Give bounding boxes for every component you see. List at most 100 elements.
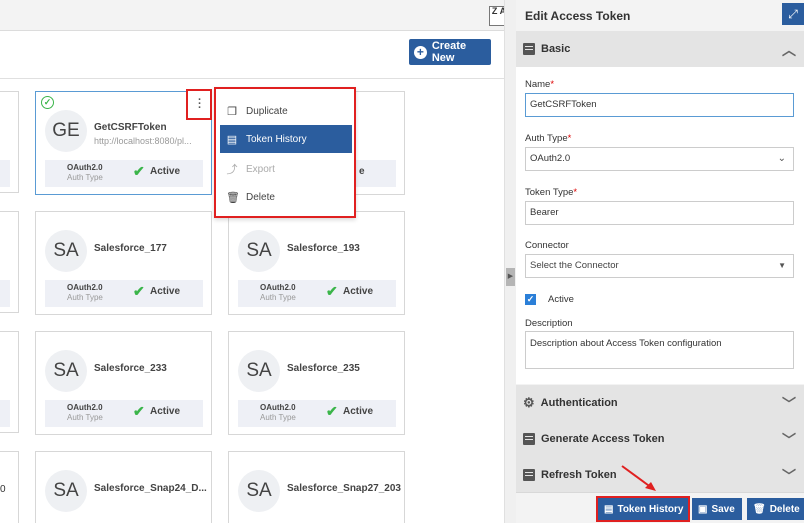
card-footer: OAuth2.0 Auth Type ✔ Active — [45, 160, 203, 187]
card-footer: OAuth2.0 Auth Type ✔ Active — [45, 400, 203, 427]
card-footer: OAuth2.0 Auth Type ✔ Active — [45, 280, 203, 307]
description-label: Description — [525, 318, 573, 329]
divider — [0, 78, 504, 79]
token-card-salesforce-177[interactable]: SA Salesforce_177 OAuth2.0 Auth Type ✔ A… — [35, 211, 212, 315]
menu-item-export[interactable]: ⤴ Export — [220, 155, 352, 183]
selected-check-icon: ✓ — [41, 96, 54, 109]
active-check-icon: ✔ — [133, 163, 145, 179]
duplicate-icon: ❐ — [227, 105, 237, 118]
active-check-icon: ✔ — [326, 283, 338, 299]
auth-type-label: Auth Type — [260, 413, 296, 422]
partial-card[interactable] — [0, 91, 19, 193]
active-check-icon: ✔ — [326, 403, 338, 419]
name-input[interactable]: GetCSRFToken — [525, 93, 794, 117]
create-new-button[interactable]: + Create New — [409, 39, 491, 65]
auth-type-label: Auth Type — [67, 173, 103, 182]
status-text: e — [359, 166, 365, 177]
history-icon: ▤ — [604, 503, 614, 515]
avatar: SA — [45, 350, 87, 392]
auth-type-label: Auth Type — [67, 293, 103, 302]
auth-type-label: Auth Type* — [525, 133, 572, 144]
card-menu-button[interactable]: · · · — [186, 89, 212, 120]
card-context-menu: ❐ Duplicate ▤ Token History ⤴ Export 🗑 D… — [214, 87, 356, 218]
auth-type-select[interactable]: OAuth2.0 ⌄ — [525, 147, 794, 171]
card-name: Salesforce_193 — [287, 243, 360, 254]
token-type-input[interactable]: Bearer — [525, 201, 794, 225]
card-name: Salesforce_177 — [94, 243, 167, 254]
section-refresh-token[interactable]: Refresh Token ﹀ — [516, 457, 804, 493]
panel-title: Edit Access Token — [525, 9, 631, 23]
auth-type-label: Auth Type — [260, 293, 296, 302]
auth-type-value: OAuth2.0 — [260, 283, 296, 292]
create-new-label: Create New — [431, 40, 467, 64]
status-text: Active — [150, 406, 181, 417]
form-icon — [523, 43, 535, 55]
menu-item-token-history[interactable]: ▤ Token History — [220, 125, 352, 153]
plus-icon: + — [414, 45, 427, 59]
partial-card[interactable] — [0, 211, 19, 313]
avatar: SA — [45, 470, 87, 512]
active-label: Active — [548, 294, 574, 305]
collapse-grip-icon[interactable]: ▶ — [506, 268, 515, 286]
form-icon — [523, 433, 535, 445]
menu-item-duplicate[interactable]: ❐ Duplicate — [220, 97, 352, 125]
button-label: Delete — [769, 503, 800, 515]
caret-down-icon: ▼ — [778, 261, 786, 270]
active-checkbox[interactable]: ✓ — [525, 294, 536, 305]
name-label: Name* — [525, 79, 555, 90]
chevron-down-icon: ﹀ — [782, 396, 796, 412]
pane-splitter[interactable]: ▶ — [504, 0, 516, 523]
partial-card[interactable] — [0, 331, 19, 433]
delete-button[interactable]: 🗑 Delete — [747, 498, 804, 520]
kebab-icon: · · · — [198, 94, 202, 114]
token-type-label: Token Type* — [525, 187, 578, 198]
menu-item-label: Export — [246, 163, 275, 175]
export-icon: ⤴ — [226, 164, 238, 176]
auth-type-value: OAuth2.0 — [67, 163, 103, 172]
token-card-salesforce-233[interactable]: SA Salesforce_233 OAuth2.0 Auth Type ✔ A… — [35, 331, 212, 435]
section-generate-token[interactable]: Generate Access Token ﹀ — [516, 421, 804, 457]
connector-select[interactable]: Select the Connector ▼ — [525, 254, 794, 278]
auth-type-value: OAuth2.0 — [67, 403, 103, 412]
edit-panel: Edit Access Token ⤢ Basic ︿ Name* GetCSR… — [516, 0, 804, 523]
avatar: SA — [238, 470, 280, 512]
auth-type-value: OAuth2.0 — [67, 283, 103, 292]
auth-type-label: Auth Type — [67, 413, 103, 422]
section-label: Generate Access Token — [541, 433, 665, 445]
partial-card[interactable]: 0 — [0, 451, 19, 523]
section-authentication[interactable]: ⚙ Authentication ﹀ — [516, 385, 804, 421]
auth-type-value: OAuth2.0 — [260, 403, 296, 412]
card-url: http://localhost:8080/pl... — [94, 136, 192, 146]
save-button[interactable]: ▣ Save — [692, 498, 742, 520]
button-label: Save — [711, 503, 735, 515]
token-card-salesforce-snap27[interactable]: SA Salesforce_Snap27_203 — [228, 451, 405, 523]
trash-icon: 🗑 — [753, 503, 766, 515]
card-footer: OAuth2.0 Auth Type ✔ Active — [238, 400, 396, 427]
card-name: Salesforce_235 — [287, 363, 360, 374]
avatar: GE — [45, 110, 87, 152]
save-icon: ▣ — [698, 503, 708, 515]
button-label: Token History — [617, 503, 684, 515]
panel-footer: ▤ Token History ▣ Save 🗑 Delete — [516, 492, 804, 523]
token-card-salesforce-193[interactable]: SA Salesforce_193 OAuth2.0 Auth Type ✔ A… — [228, 211, 405, 315]
token-card-salesforce-snap24[interactable]: SA Salesforce_Snap24_D... — [35, 451, 212, 523]
status-text: Active — [150, 286, 181, 297]
card-footer: OAuth2.0 Auth Type ✔ Active — [238, 280, 396, 307]
menu-item-label: Duplicate — [246, 105, 288, 117]
avatar: SA — [238, 230, 280, 272]
annotation-arrow-icon — [621, 465, 656, 491]
avatar: SA — [45, 230, 87, 272]
menu-item-delete[interactable]: 🗑 Delete — [220, 183, 352, 211]
trash-icon: 🗑 — [226, 191, 240, 204]
expand-icon[interactable]: ⤢ — [782, 3, 804, 25]
token-card-salesforce-235[interactable]: SA Salesforce_235 OAuth2.0 Auth Type ✔ A… — [228, 331, 405, 435]
chevron-up-icon: ︿ — [782, 42, 796, 58]
card-name: GetCSRFToken — [94, 122, 167, 133]
token-list-pane: Z A + Create New 0 ✓ GE GetCSRFToken htt… — [0, 0, 509, 523]
section-basic[interactable]: Basic ︿ — [516, 31, 804, 67]
section-label: Refresh Token — [541, 469, 617, 481]
description-textarea[interactable]: Description about Access Token configura… — [525, 331, 794, 369]
form-icon — [523, 469, 535, 481]
token-history-button[interactable]: ▤ Token History — [596, 496, 690, 522]
active-check-icon: ✔ — [133, 283, 145, 299]
